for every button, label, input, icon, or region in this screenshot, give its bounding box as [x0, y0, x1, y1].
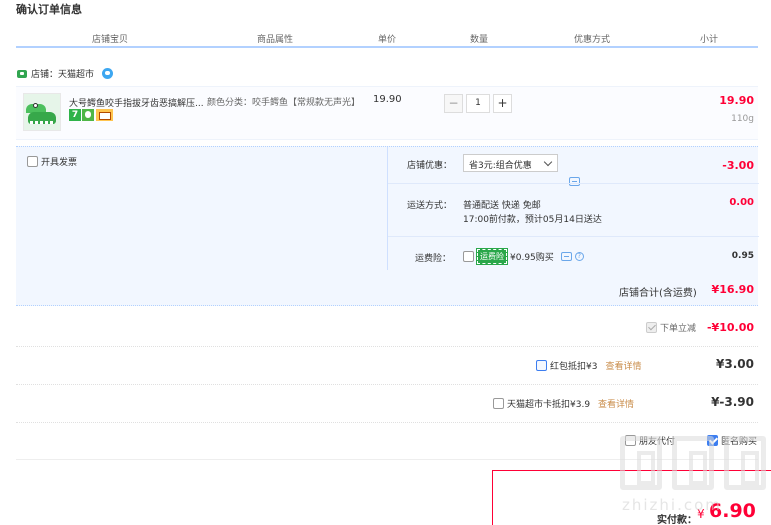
friend-pay-option[interactable]: 朋友代付 [625, 434, 675, 447]
invoice-label: 开具发票 [41, 158, 78, 168]
column-header-item: 店铺宝贝 [92, 35, 129, 45]
shipping-label: 运送方式： [407, 201, 453, 211]
shop-discount-label: 店铺优惠： [407, 161, 453, 171]
shop-total-bar: 店铺合计(含运费) ¥16.90 [16, 270, 758, 307]
instant-discount-checkbox [646, 322, 657, 333]
quantity-plus-button[interactable]: + [493, 94, 512, 113]
shop-discount-select[interactable]: 省3元:组合优惠 [463, 154, 558, 172]
anonymous-option[interactable]: 匿名购买 [707, 434, 757, 447]
seven-day-return-icon[interactable]: 7 [69, 109, 81, 121]
payment-amount: 6.90 [709, 500, 756, 522]
order-item-row: 大号鳄鱼咬手指拔牙齿恶搞解压... 7 颜色分类：咬手鳄鱼【常规款无声光】 19… [16, 86, 758, 140]
column-header-attr: 商品属性 [257, 35, 294, 45]
supermarket-card-amount: ¥-3.90 [711, 395, 754, 409]
payment-summary-box: 实付款： ¥ 6.90 [492, 470, 771, 525]
redpacket-option[interactable]: 红包抵扣¥3 查看详情 [536, 359, 641, 372]
shop-total-label: 店铺合计(含运费) [619, 288, 697, 299]
credit-card-icon[interactable] [96, 109, 113, 121]
insurance-label: 运费险： [415, 254, 452, 264]
shop-logo-icon [16, 69, 28, 79]
quantity-stepper: − 1 + [444, 94, 512, 113]
item-service-badges: 7 [69, 109, 113, 121]
supermarket-card-row: 天猫超市卡抵扣¥3.9 查看详情 ¥-3.90 [16, 385, 758, 423]
instant-discount-label: 下单立减 [660, 324, 697, 334]
redpacket-checkbox[interactable] [536, 360, 547, 371]
quantity-minus-button[interactable]: − [444, 94, 463, 113]
friend-pay-checkbox[interactable] [625, 435, 636, 446]
friend-pay-label: 朋友代付 [639, 437, 676, 447]
instant-discount-row: 下单立减 -¥10.00 [16, 310, 758, 347]
anonymous-checkbox[interactable] [707, 435, 718, 446]
supermarket-card-option[interactable]: 天猫超市卡抵扣¥3.9 查看详情 [493, 397, 634, 410]
supermarket-card-label: 天猫超市卡抵扣¥3.9 [507, 400, 591, 410]
item-unit-price: 19.90 [373, 94, 402, 105]
discount-info-icon[interactable] [569, 177, 580, 186]
insurance-checkbox[interactable] [463, 251, 474, 262]
insurance-help-icon[interactable]: ? [574, 252, 584, 261]
shop-name: 店铺：天猫超市 [16, 67, 114, 80]
shop-total-amount: ¥16.90 [711, 283, 754, 296]
quantity-input[interactable]: 1 [466, 94, 490, 113]
shop-label: 店铺：天猫超市 [31, 70, 95, 80]
item-attribute: 颜色分类：咬手鳄鱼【常规款无声光】 [207, 98, 361, 108]
redpacket-label: 红包抵扣¥3 [550, 362, 598, 372]
column-header-subtotal: 小计 [700, 35, 719, 45]
column-header-price: 单价 [378, 35, 397, 45]
shipping-method: 普通配送 快递 免邮 [463, 201, 541, 211]
redpacket-detail-link[interactable]: 查看详情 [605, 359, 641, 372]
shop-discount-amount: -3.00 [722, 159, 754, 172]
redpacket-amount: ¥3.00 [716, 357, 754, 371]
shipping-amount: 0.00 [729, 197, 754, 208]
column-header-discount: 优惠方式 [574, 35, 611, 45]
instant-discount-amount: -¥10.00 [706, 321, 754, 334]
item-weight: 110g [731, 114, 754, 124]
order-table-header: 店铺宝贝 商品属性 单价 数量 优惠方式 小计 [16, 28, 758, 48]
supermarket-card-checkbox[interactable] [493, 398, 504, 409]
insurance-price: ¥0.95购买 [510, 253, 554, 263]
page-title: 确认订单信息 [16, 3, 82, 16]
shop-services-detail: 店铺优惠： 省3元:组合优惠 -3.00 运送方式： 普通配送 快递 免邮 17… [387, 147, 759, 270]
payment-currency: ¥ [697, 507, 705, 521]
shop-services-panel: 开具发票 店铺优惠： 省3元:组合优惠 -3.00 运送方式： 普通配送 快递 … [16, 146, 759, 307]
supermarket-card-detail-link[interactable]: 查看详情 [598, 397, 634, 410]
anonymous-label: 匿名购买 [721, 437, 758, 447]
redpacket-row: 红包抵扣¥3 查看详情 ¥3.00 [16, 347, 758, 385]
crocodile-eye-icon [33, 103, 38, 108]
payment-label: 实付款： [657, 515, 697, 525]
insurance-amount: 0.95 [731, 251, 754, 261]
item-subtotal: 19.90 [719, 94, 754, 107]
insurance-badge: 运费险 [476, 248, 508, 265]
column-header-quantity: 数量 [470, 35, 489, 45]
shipping-eta: 17:00前付款，预计05月14日送达 [463, 215, 602, 225]
guarantee-icon[interactable] [82, 109, 94, 121]
wangwang-chat-icon[interactable] [102, 68, 114, 79]
item-thumbnail[interactable] [23, 93, 61, 131]
invoice-option[interactable]: 开具发票 [27, 155, 77, 168]
item-title-link[interactable]: 大号鳄鱼咬手指拔牙齿恶搞解压... [69, 96, 207, 109]
instant-discount-option: 下单立减 [646, 321, 696, 334]
insurance-option[interactable]: 运费险 ¥0.95购买 ? [463, 248, 584, 265]
insurance-chat-icon[interactable] [560, 252, 572, 261]
invoice-checkbox[interactable] [27, 156, 38, 167]
